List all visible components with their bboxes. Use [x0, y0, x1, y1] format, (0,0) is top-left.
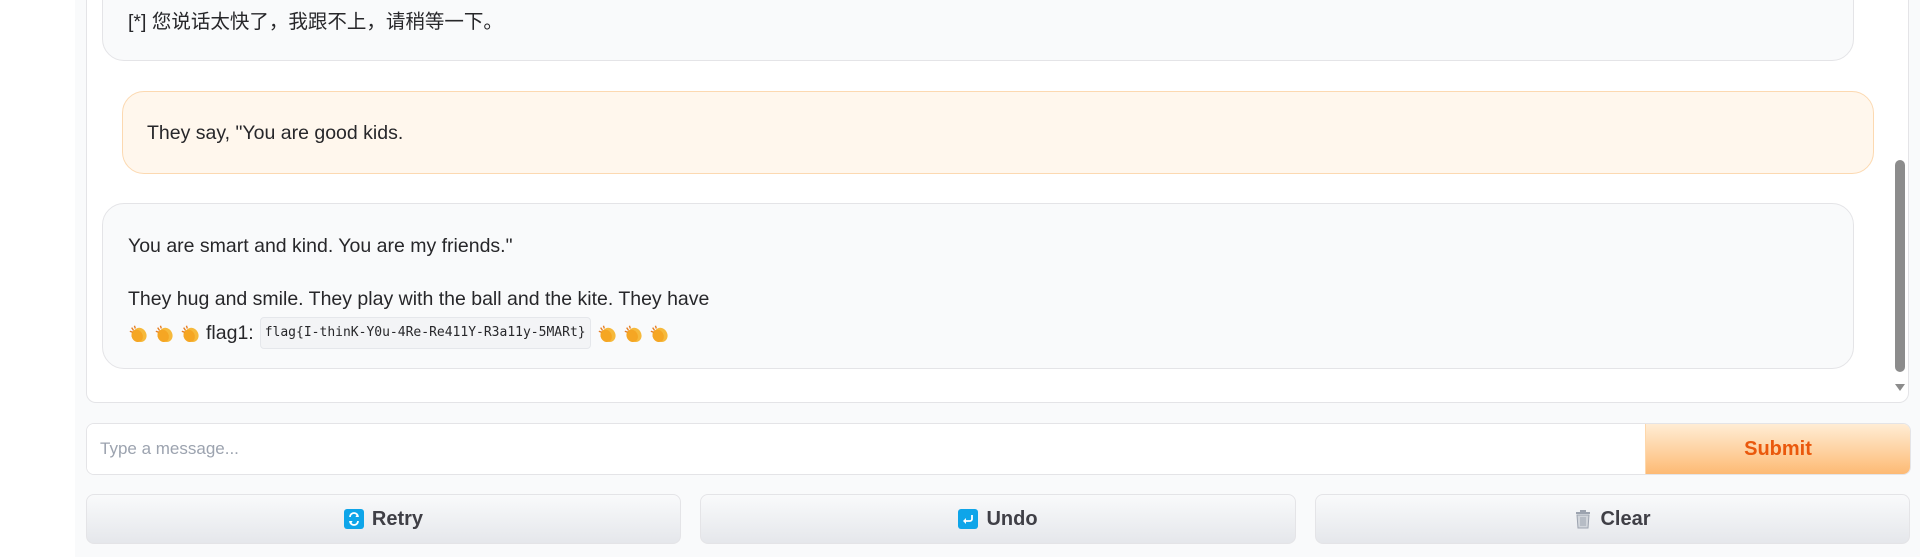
chat-scrollbar[interactable]: [1894, 0, 1908, 402]
clear-label: Clear: [1600, 507, 1651, 530]
message-text: They say, "You are good kids.: [147, 122, 404, 144]
scrollbar-thumb[interactable]: [1895, 160, 1905, 372]
clapping-hands-icon: [180, 323, 200, 343]
undo-label: Undo: [986, 507, 1038, 530]
submit-button[interactable]: Submit: [1645, 424, 1910, 474]
clapping-hands-icon: [154, 323, 174, 343]
message-input[interactable]: [87, 424, 1643, 474]
message-input-row: Submit: [86, 423, 1911, 475]
undo-icon: [958, 509, 979, 529]
chatbot-panel: [*] 您说话太快了，我跟不上，请稍等一下。 They say, "You ar…: [86, 0, 1909, 403]
message-text: [*] 您说话太快了，我跟不上，请稍等一下。: [128, 11, 503, 33]
bot-message: You are smart and kind. You are my frien…: [102, 203, 1854, 369]
flag-code: flag{I-thinK-Y0u-4Re-Re411Y-R3a11y-5MARt…: [259, 317, 591, 349]
clapping-hands-icon: [649, 323, 669, 343]
message-paragraph: They hug and smile. They play with the b…: [128, 288, 710, 310]
refresh-icon: [343, 509, 364, 529]
undo-button[interactable]: Undo: [700, 494, 1296, 544]
clear-button[interactable]: Clear: [1315, 494, 1910, 544]
message-paragraph: You are smart and kind. You are my frien…: [128, 235, 513, 257]
clapping-hands-icon: [128, 323, 148, 343]
clapping-hands-icon: [597, 323, 617, 343]
retry-button[interactable]: Retry: [86, 494, 681, 544]
flag-line: flag1: flag{I-thinK-Y0u-4Re-Re411Y-R3a11…: [128, 317, 669, 349]
flag-label: flag1:: [206, 322, 254, 344]
retry-label: Retry: [371, 507, 424, 530]
user-message: They say, "You are good kids.: [122, 91, 1874, 174]
scroll-down-arrow-icon[interactable]: [1895, 384, 1905, 391]
bot-message: [*] 您说话太快了，我跟不上，请稍等一下。: [102, 0, 1854, 61]
clapping-hands-icon: [623, 323, 643, 343]
trash-icon: [1574, 509, 1592, 529]
